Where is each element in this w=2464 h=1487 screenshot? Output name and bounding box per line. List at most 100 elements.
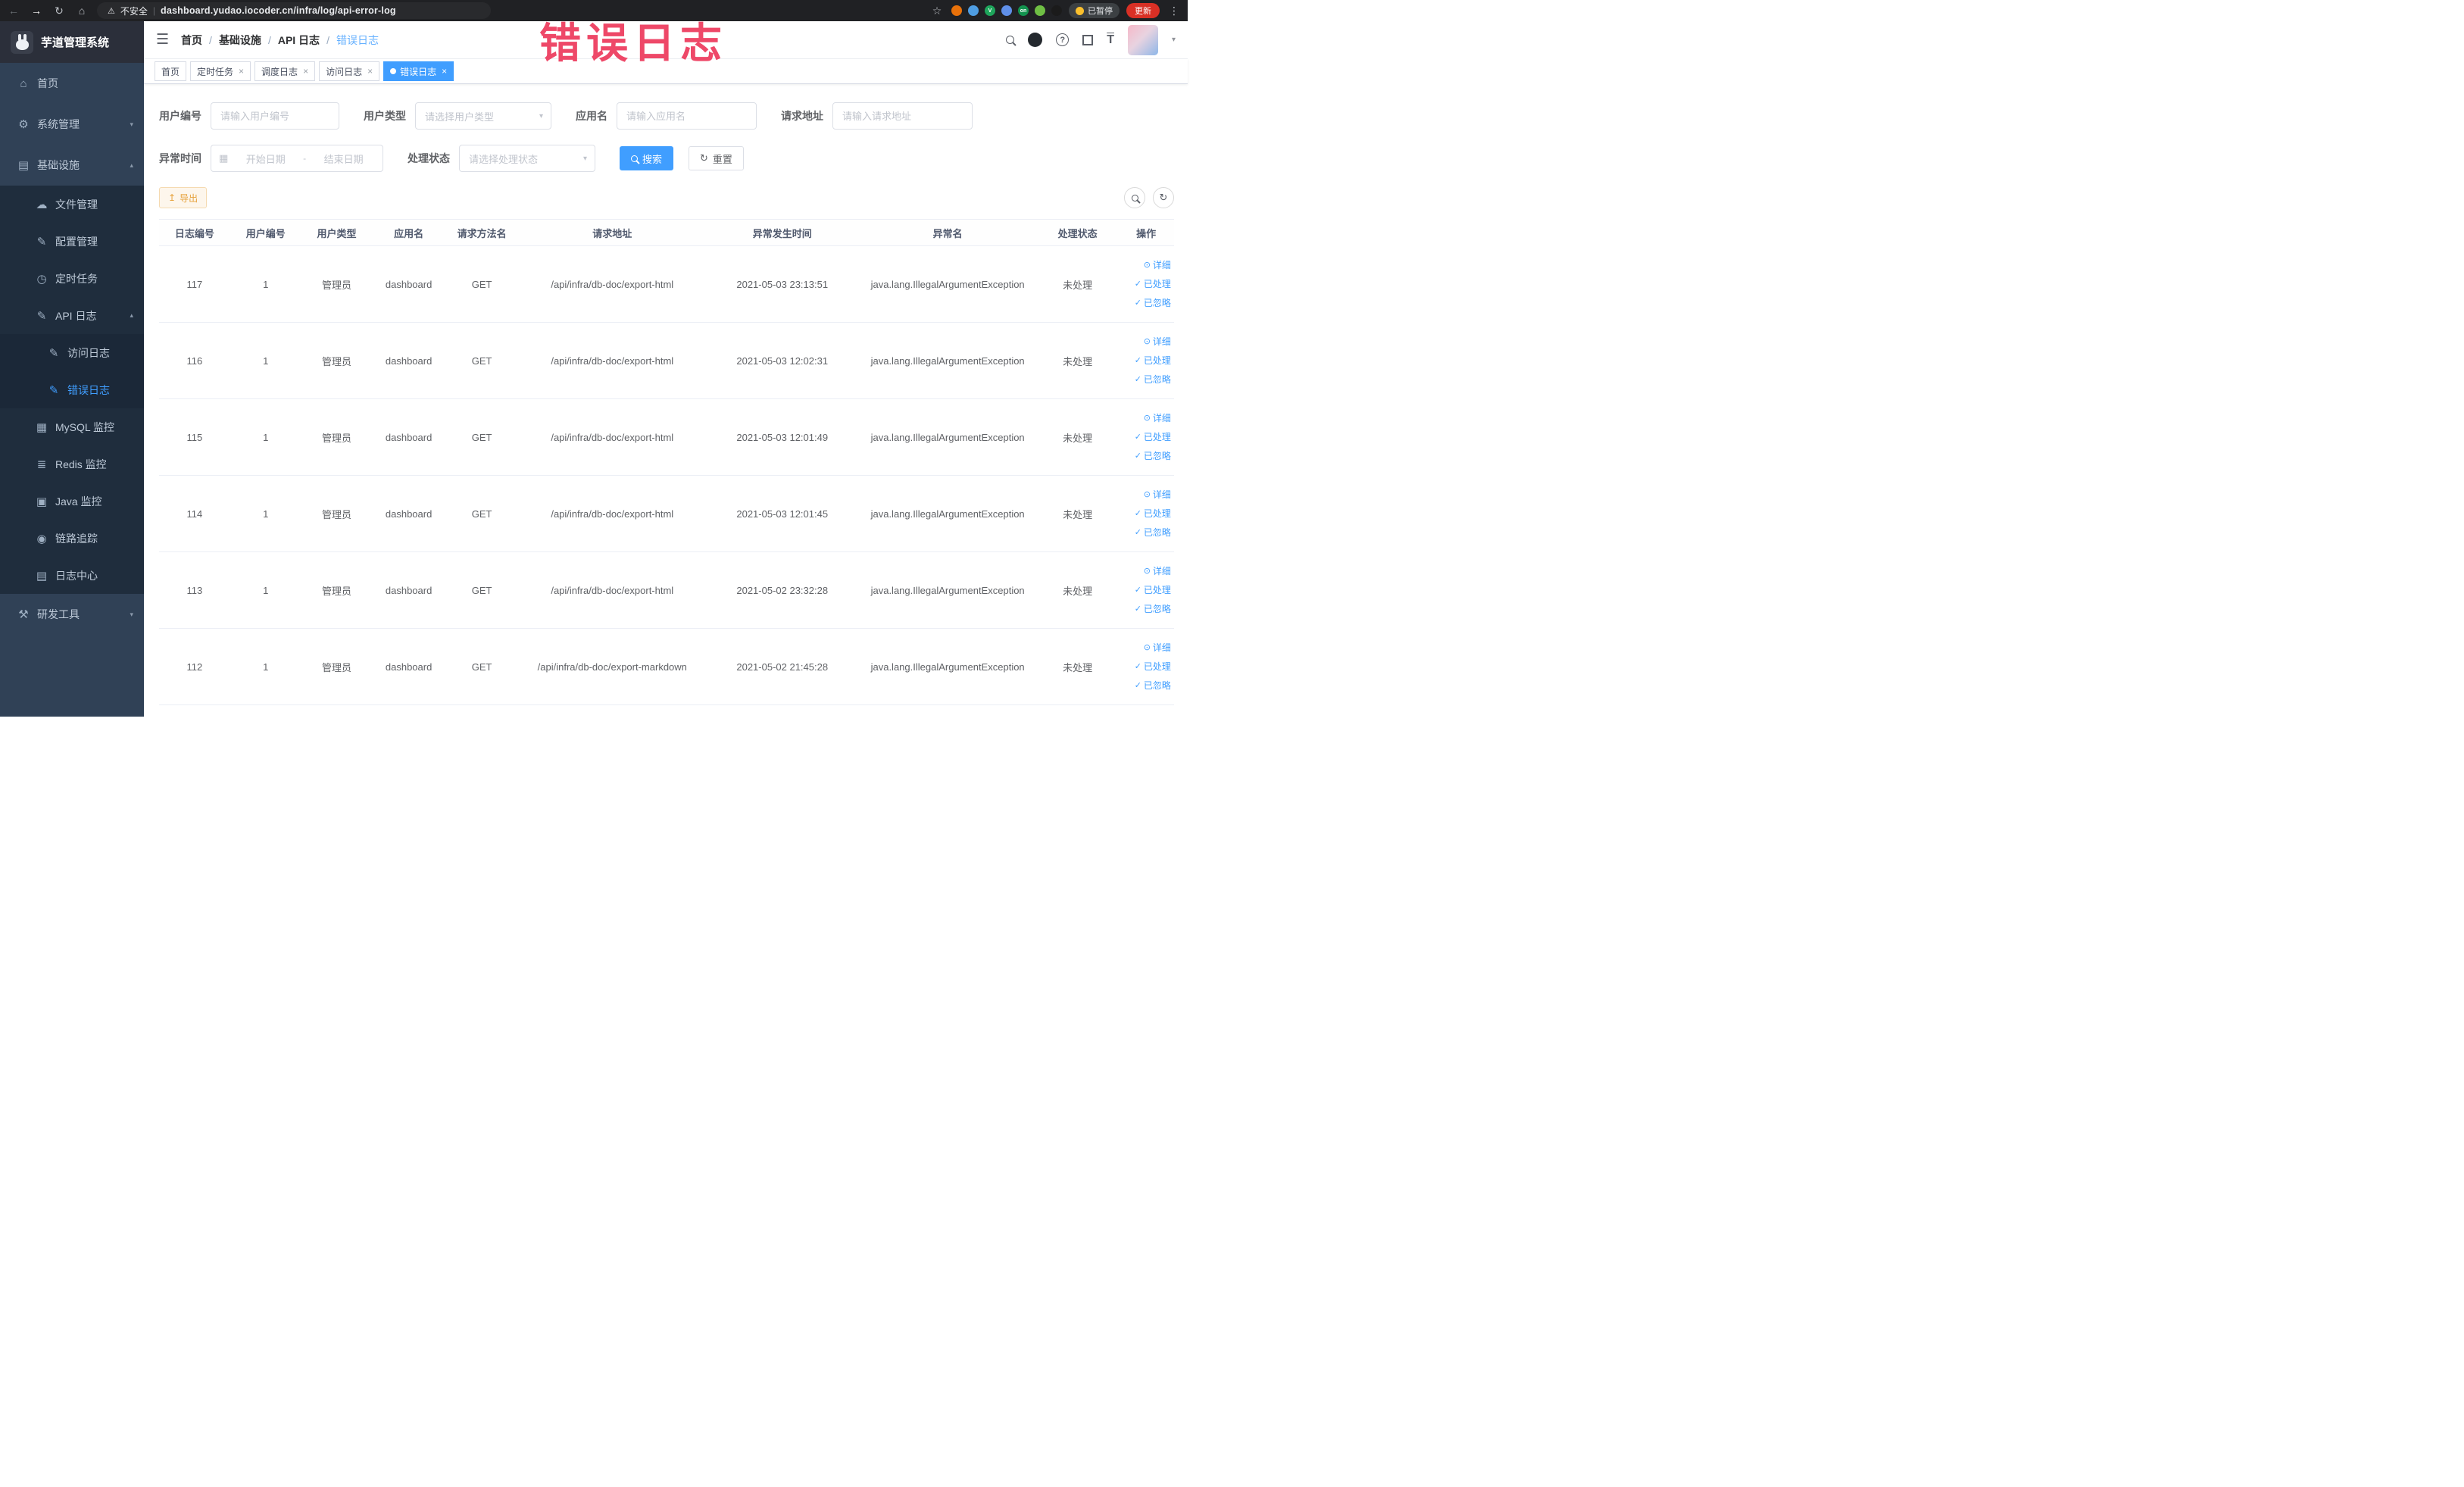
extension-paw-icon[interactable]	[1051, 5, 1062, 16]
ignored-link[interactable]: ✓ 已忽略	[1135, 371, 1171, 389]
cell-app: dashboard	[385, 431, 433, 443]
sidebar-item-log-center[interactable]: ▤ 日志中心	[0, 557, 144, 594]
user-type-select[interactable]: 请选择用户类型 ▾	[415, 102, 551, 130]
cell-url: /api/infra/db-doc/export-html	[551, 508, 674, 520]
extension-orange-icon[interactable]	[951, 5, 962, 16]
extension-icons: Von	[951, 5, 1062, 16]
sidebar-item-home[interactable]: ⌂ 首页	[0, 63, 144, 104]
reload-icon[interactable]: ↻	[52, 5, 67, 17]
url-text[interactable]: dashboard.yudao.iocoder.cn/infra/log/api…	[161, 5, 396, 16]
extension-leaf-icon[interactable]	[1035, 5, 1045, 16]
avatar[interactable]	[1127, 24, 1158, 55]
filter-label-user-type: 用户类型	[364, 110, 406, 122]
browser-home-icon[interactable]: ⌂	[74, 5, 89, 17]
sidebar-item-error-log[interactable]: ✎ 错误日志	[0, 371, 144, 408]
search-icon[interactable]	[1006, 36, 1015, 44]
refresh-button[interactable]: ↻	[1153, 187, 1174, 208]
sidebar-item-mysql-monitor[interactable]: ▦ MySQL 监控	[0, 408, 144, 445]
ignored-link[interactable]: ✓ 已忽略	[1135, 677, 1171, 695]
ignored-link[interactable]: ✓ 已忽略	[1135, 295, 1171, 312]
breadcrumb-item[interactable]: API 日志	[278, 33, 320, 48]
github-icon[interactable]	[1028, 33, 1043, 47]
detail-link[interactable]: ⊙ 详细	[1144, 486, 1171, 504]
cell-actions: ⊙ 详细 ✓ 已处理 ✓ 已忽略	[1118, 486, 1174, 542]
cell-status: 未处理	[1063, 585, 1093, 597]
update-button[interactable]: 更新	[1126, 3, 1160, 18]
search-button[interactable]: 搜索	[620, 146, 674, 170]
fullscreen-icon[interactable]	[1082, 34, 1094, 45]
extension-on-icon[interactable]: on	[1018, 5, 1029, 16]
hamburger-icon[interactable]: ☰	[156, 31, 169, 48]
tab-cron-task[interactable]: 定时任务 ×	[190, 61, 251, 81]
user-id-input[interactable]	[211, 102, 339, 130]
processed-link[interactable]: ✓ 已处理	[1135, 505, 1171, 523]
close-icon[interactable]: ×	[442, 66, 447, 77]
request-url-input[interactable]	[832, 102, 973, 130]
ignored-link[interactable]: ✓ 已忽略	[1135, 448, 1171, 465]
back-icon[interactable]: ←	[6, 5, 21, 17]
exception-time-range[interactable]: ▦ 开始日期 - 结束日期	[211, 145, 383, 172]
cell-actions: ⊙ 详细 ✓ 已处理 ✓ 已忽略	[1118, 410, 1174, 465]
breadcrumb-item[interactable]: 首页	[181, 33, 202, 48]
detail-link[interactable]: ⊙ 详细	[1144, 639, 1171, 657]
export-button[interactable]: ↥ 导出	[159, 187, 208, 208]
processed-link[interactable]: ✓ 已处理	[1135, 276, 1171, 293]
toggle-search-button[interactable]	[1124, 187, 1145, 208]
breadcrumb-item[interactable]: 基础设施	[219, 33, 261, 48]
processed-link[interactable]: ✓ 已处理	[1135, 352, 1171, 370]
extension-grid-icon[interactable]	[1001, 5, 1012, 16]
cell-actions: ⊙ 详细 ✓ 已处理 ✓ 已忽略	[1118, 563, 1174, 618]
sidebar-item-api-log[interactable]: ✎ API 日志 ▴	[0, 297, 144, 334]
chevron-down-icon: ▾	[539, 111, 543, 120]
bookmark-star-icon[interactable]: ☆	[929, 5, 945, 17]
cell-time: 2021-05-03 12:01:49	[736, 431, 829, 443]
detail-link[interactable]: ⊙ 详细	[1144, 333, 1171, 351]
check-icon: ✓	[1134, 298, 1141, 308]
sidebar-item-infra[interactable]: ▤ 基础设施 ▴	[0, 145, 144, 186]
tab-schedule-log[interactable]: 调度日志 ×	[255, 61, 316, 81]
sidebar-item-access-log[interactable]: ✎ 访问日志	[0, 334, 144, 371]
app-name-input[interactable]	[617, 102, 757, 130]
sidebar-item-cron-task[interactable]: ◷ 定时任务	[0, 260, 144, 297]
reset-button[interactable]: ↻ 重置	[689, 146, 744, 170]
tab-error-log[interactable]: 错误日志 ×	[383, 61, 454, 81]
sidebar-item-config-manage[interactable]: ✎ 配置管理	[0, 223, 144, 260]
sidebar-item-dev-tools[interactable]: ⚒ 研发工具 ▾	[0, 594, 144, 635]
tab-home[interactable]: 首页	[155, 61, 187, 81]
close-icon[interactable]: ×	[367, 66, 373, 77]
browser-chrome: ← → ↻ ⌂ ⚠ 不安全 | dashboard.yudao.iocoder.…	[0, 0, 1188, 21]
sidebar-item-java-monitor[interactable]: ▣ Java 监控	[0, 483, 144, 520]
sidebar-item-file-manage[interactable]: ☁ 文件管理	[0, 186, 144, 223]
cell-actions: ⊙ 详细 ✓ 已处理 ✓ 已忽略	[1118, 333, 1174, 389]
help-icon[interactable]: ?	[1056, 33, 1070, 46]
sidebar-item-system[interactable]: ⚙ 系统管理 ▾	[0, 104, 144, 145]
extension-drop-icon[interactable]	[968, 5, 979, 16]
extension-video-icon[interactable]: V	[985, 5, 995, 16]
cell-app: dashboard	[385, 355, 433, 367]
security-label[interactable]: 不安全	[120, 5, 148, 17]
close-icon[interactable]: ×	[303, 66, 308, 77]
chevron-down-icon[interactable]: ▾	[1172, 36, 1176, 44]
processed-link[interactable]: ✓ 已处理	[1135, 429, 1171, 446]
menu-dots-icon[interactable]: ⋮	[1166, 5, 1182, 17]
font-size-icon[interactable]: T	[1107, 33, 1114, 47]
address-bar[interactable]: ⚠ 不安全 | dashboard.yudao.iocoder.cn/infra…	[97, 2, 491, 19]
cell-method: GET	[471, 278, 492, 290]
status-select[interactable]: 请选择处理状态 ▾	[459, 145, 595, 172]
processed-link[interactable]: ✓ 已处理	[1135, 658, 1171, 676]
tab-access-log[interactable]: 访问日志 ×	[319, 61, 380, 81]
close-icon[interactable]: ×	[239, 66, 244, 77]
sidebar-item-redis-monitor[interactable]: ≣ Redis 监控	[0, 445, 144, 483]
detail-link[interactable]: ⊙ 详细	[1144, 563, 1171, 580]
paused-badge[interactable]: 已暂停	[1069, 3, 1120, 18]
refresh-icon: ↻	[700, 152, 708, 164]
processed-link[interactable]: ✓ 已处理	[1135, 582, 1171, 599]
logo[interactable]: 芋道管理系统	[0, 21, 144, 63]
ignored-link[interactable]: ✓ 已忽略	[1135, 524, 1171, 542]
forward-icon[interactable]: →	[29, 5, 44, 17]
ignored-link[interactable]: ✓ 已忽略	[1135, 601, 1171, 618]
breadcrumb-separator: /	[209, 33, 212, 46]
detail-link[interactable]: ⊙ 详细	[1144, 257, 1171, 274]
sidebar-item-trace[interactable]: ◉ 链路追踪	[0, 520, 144, 557]
detail-link[interactable]: ⊙ 详细	[1144, 410, 1171, 427]
